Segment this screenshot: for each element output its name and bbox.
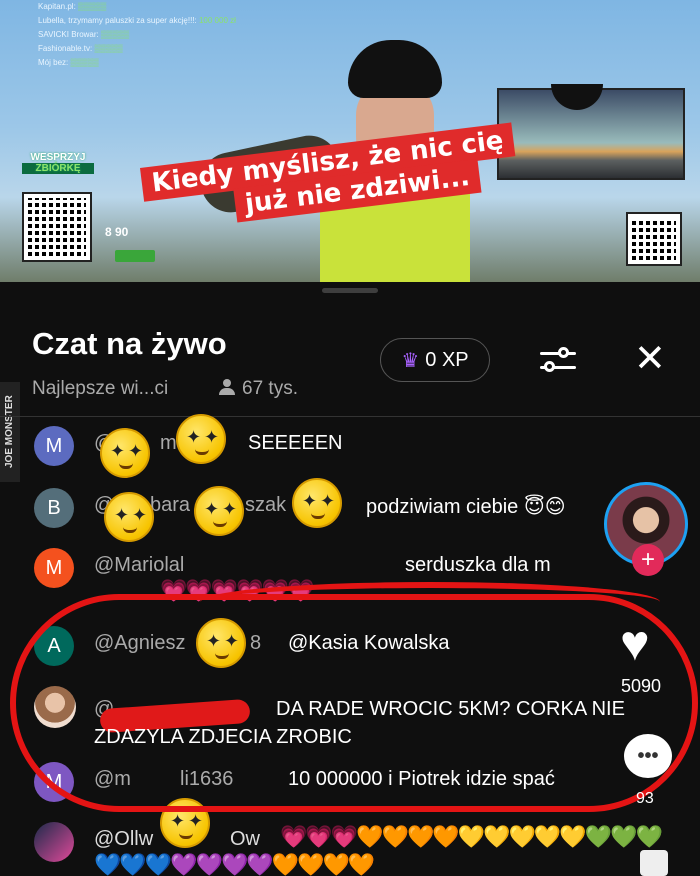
comment-icon[interactable]: ••• [624, 734, 672, 778]
drag-handle[interactable] [322, 288, 378, 293]
xp-button[interactable]: ♛ 0 XP [380, 338, 490, 382]
donation-item: SAVICKI Browar: ▒▒▒▒▒ [38, 30, 130, 39]
message-text: podziwiam ciebie 😇😊 [366, 496, 566, 518]
heart-emojis: 💙💙💙💜💜💜💜🧡🧡🧡🧡 [94, 852, 375, 876]
sparkle-eyes-emoji-icon [104, 492, 154, 542]
person-icon [218, 379, 236, 395]
crown-icon: ♛ [401, 349, 420, 372]
goal-progress-bar [115, 250, 155, 262]
settings-sliders-icon[interactable] [536, 342, 580, 378]
sparkle-eyes-emoji-icon [100, 428, 150, 478]
helmet-icon [348, 40, 442, 98]
donation-item: Fashionable.tv: ▒▒▒▒▒ [38, 44, 123, 53]
share-icon[interactable] [640, 850, 668, 876]
sparkle-eyes-emoji-icon [194, 486, 244, 536]
message-text: serduszka dla m [405, 554, 551, 576]
follow-plus-icon[interactable]: + [632, 544, 664, 576]
goal-amount: 8 90 [105, 225, 129, 239]
donation-item: Mój bez: ▒▒▒▒▒ [38, 58, 99, 67]
chat-title: Czat na żywo [32, 326, 227, 361]
sparkle-eyes-emoji-icon [292, 478, 342, 528]
support-label: WESPRZYJ ZBIÓRKĘ [22, 152, 94, 174]
sparkle-eyes-emoji-icon [176, 414, 226, 464]
donation-item: Lubella, trzymamy paluszki za super akcj… [38, 16, 236, 25]
avatar: M [34, 426, 74, 466]
chat-message[interactable]: @Ollw Ow 💗💗💗🧡🧡🧡🧡💛💛💛💛💛💚💚💚 💙💙💙💜💜💜💜🧡🧡🧡🧡 [0, 812, 700, 876]
qr-code-icon [22, 192, 92, 262]
message-author[interactable]: @Mariolal [94, 554, 184, 577]
heart-emojis: 💗💗💗🧡🧡🧡🧡💛💛💛💛💛💚💚💚 [280, 824, 663, 849]
avatar: M [34, 548, 74, 588]
avatar: B [34, 488, 74, 528]
stream-video[interactable]: Kapitan.pl: ▒▒▒▒▒ Lubella, trzymamy palu… [0, 0, 700, 282]
message-text: SEEEEEN [248, 432, 343, 454]
donation-list: Kapitan.pl: ▒▒▒▒▒ Lubella, trzymamy palu… [38, 0, 298, 70]
close-icon[interactable]: ✕ [634, 336, 666, 382]
avatar [34, 822, 74, 862]
live-chat-panel: JOE MONSTER Czat na żywo Najlepsze wi...… [0, 282, 700, 876]
like-count: 5090 [621, 676, 662, 696]
viewer-count: 67 tys. [218, 378, 298, 400]
comment-count: 93 [636, 790, 654, 807]
qr-code-icon [626, 212, 682, 266]
message-author[interactable]: @Ollw [94, 828, 153, 851]
donation-item: Kapitan.pl: ▒▒▒▒▒ [38, 2, 107, 11]
marker-highlight-circle [10, 594, 698, 812]
chat-filter-dropdown[interactable]: Najlepsze wi...ci [32, 378, 168, 400]
heart-icon[interactable]: ♥ [620, 618, 650, 668]
